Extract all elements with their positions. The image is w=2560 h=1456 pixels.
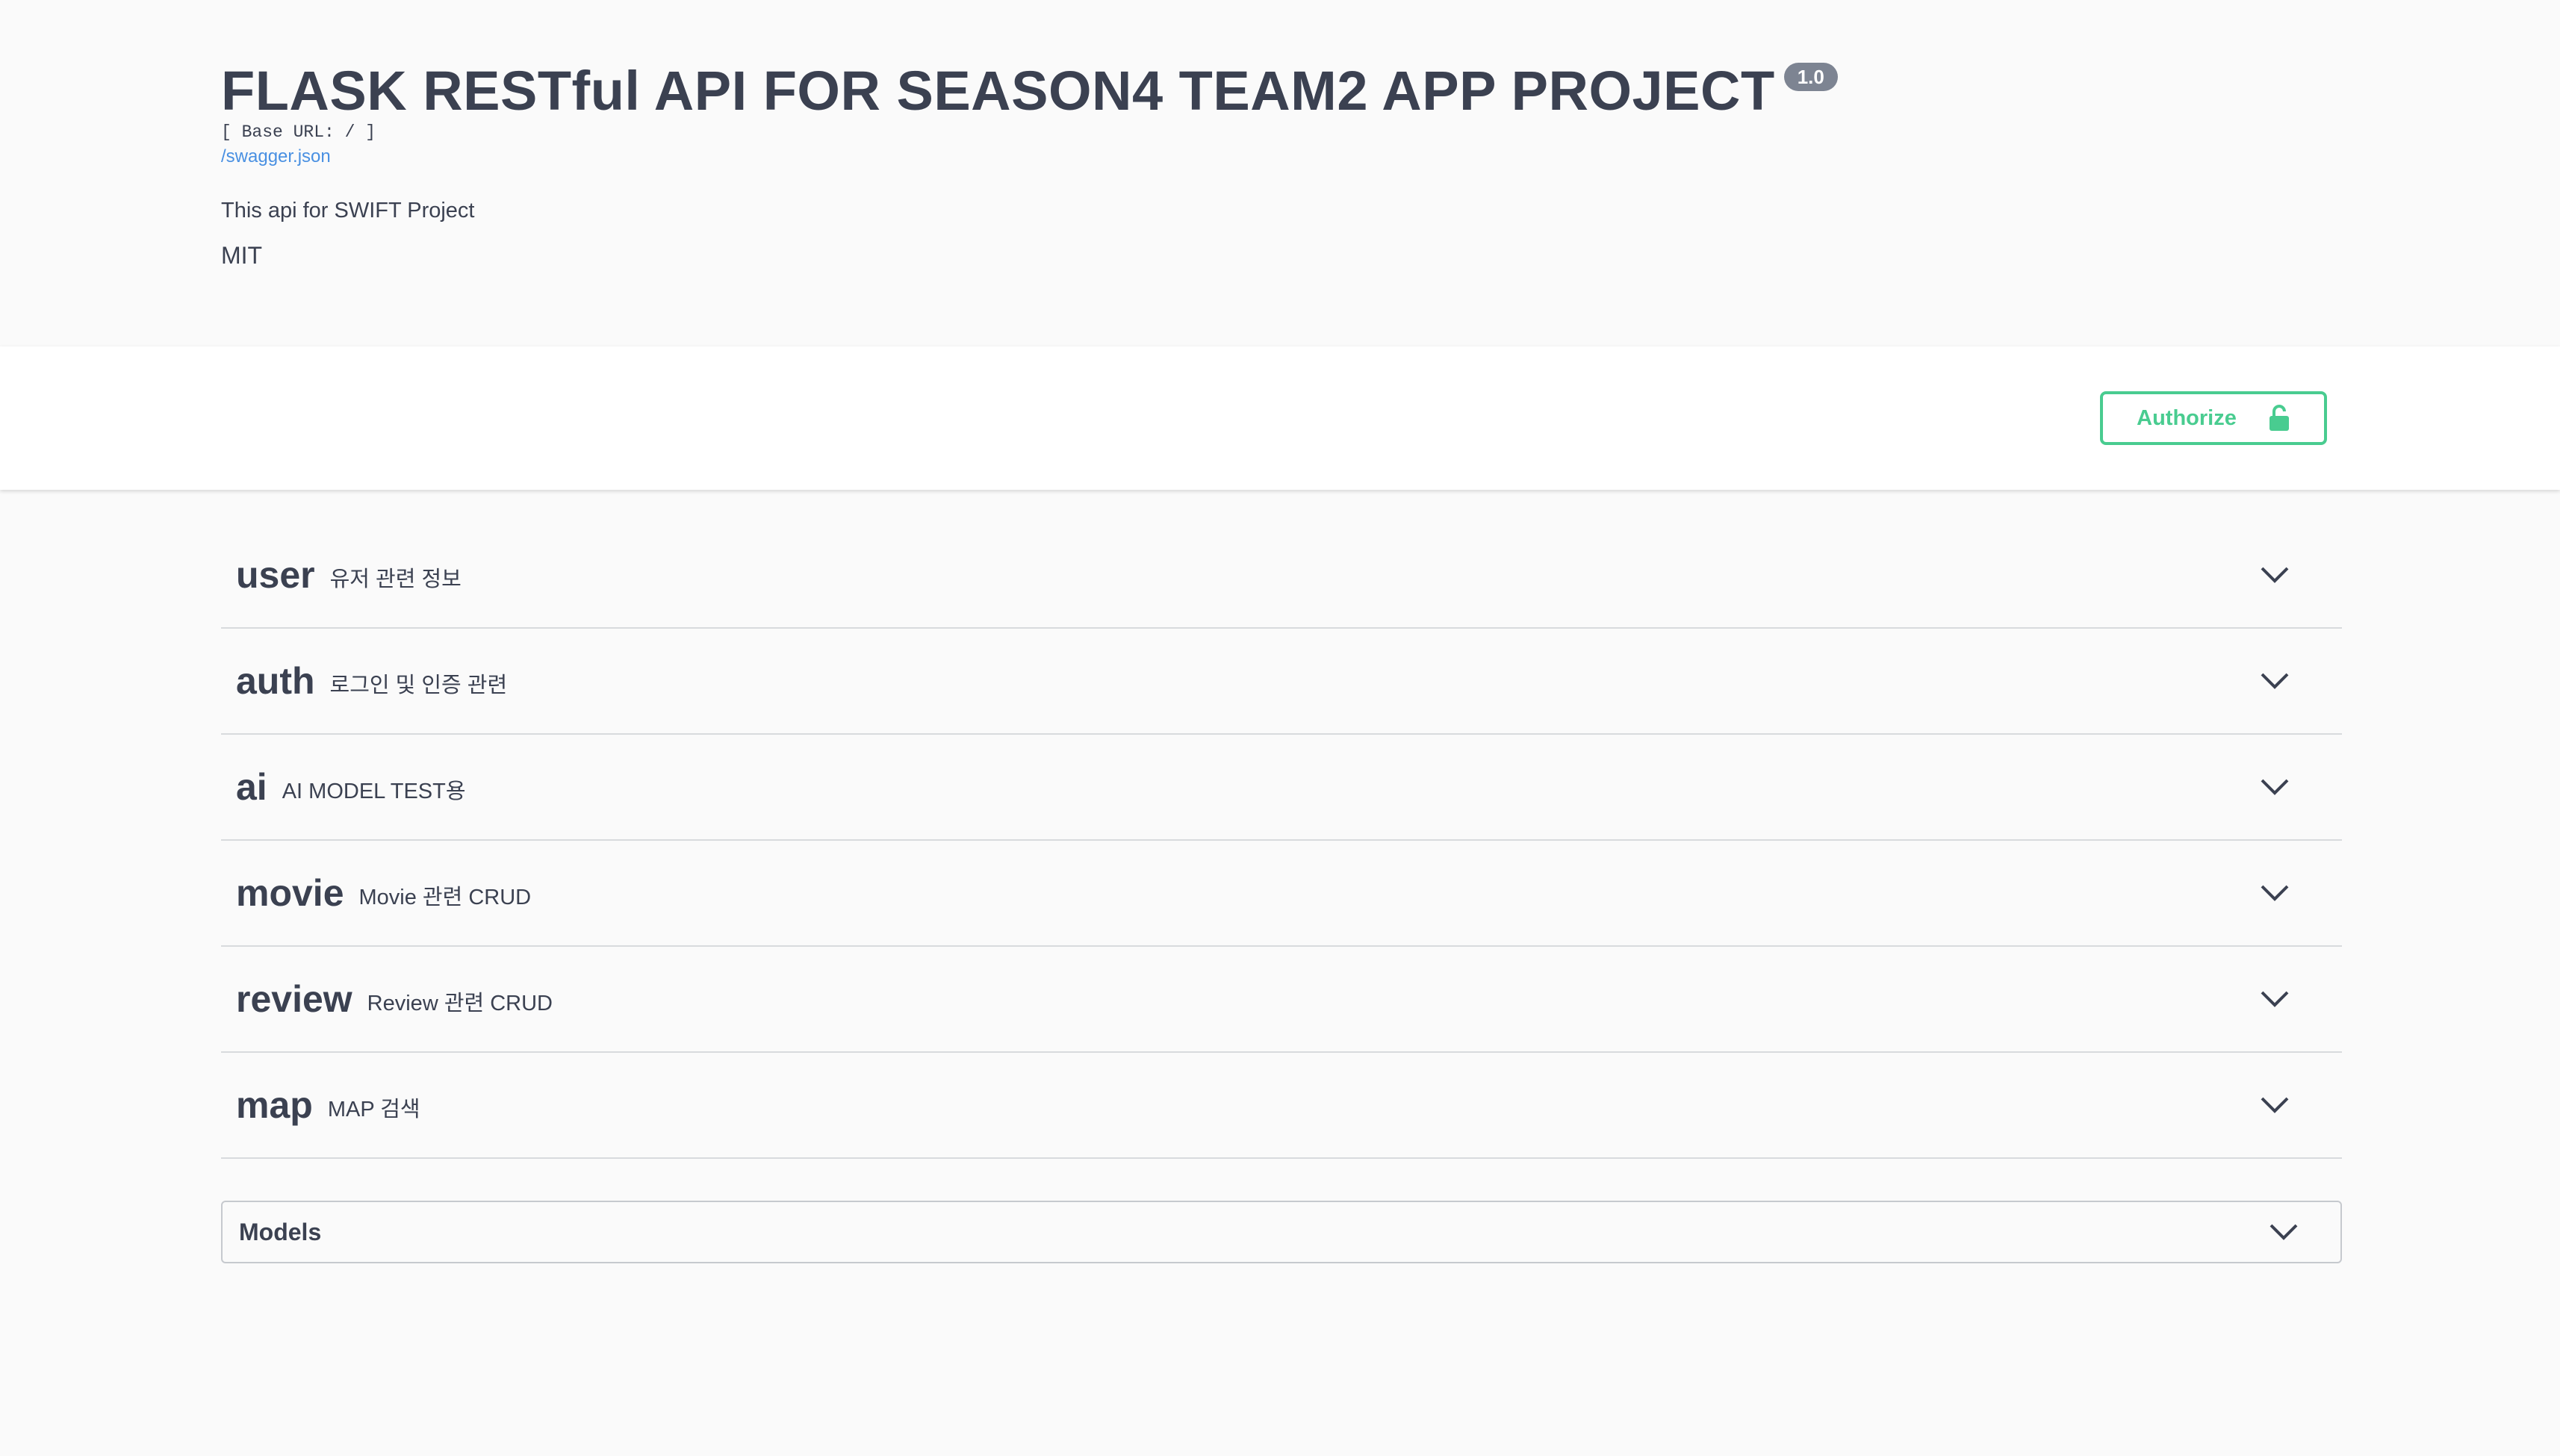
tag-section-movie[interactable]: movie Movie 관련 CRUD	[221, 841, 2342, 947]
api-title: FLASK RESTful API FOR SEASON4 TEAM2 APP …	[221, 60, 1775, 122]
chevron-down-icon[interactable]	[2260, 883, 2290, 903]
api-info-section: FLASK RESTful API FOR SEASON4 TEAM2 APP …	[0, 0, 2560, 346]
tag-section-user[interactable]: user 유저 관련 정보	[221, 523, 2342, 629]
tag-section-ai[interactable]: ai AI MODEL TEST용	[221, 735, 2342, 841]
models-title: Models	[239, 1218, 322, 1245]
chevron-down-icon[interactable]	[2269, 1222, 2299, 1242]
chevron-down-icon[interactable]	[2260, 777, 2290, 797]
models-section[interactable]: Models	[221, 1201, 2342, 1263]
authorize-button[interactable]: Authorize	[2100, 391, 2327, 445]
authorize-label: Authorize	[2137, 405, 2237, 430]
tag-description: Review 관련 CRUD	[367, 992, 553, 1015]
unlock-icon	[2269, 405, 2289, 431]
api-description: This api for SWIFT Project	[221, 199, 475, 223]
base-url: [ Base URL: / ]	[221, 122, 376, 142]
tag-description: Movie 관련 CRUD	[358, 886, 532, 909]
tag-section-auth[interactable]: auth 로그인 및 인증 관련	[221, 629, 2342, 735]
chevron-down-icon[interactable]	[2260, 989, 2290, 1009]
tag-name[interactable]: user	[236, 553, 315, 597]
tag-name[interactable]: map	[236, 1083, 313, 1127]
tag-description: AI MODEL TEST용	[282, 780, 466, 803]
chevron-down-icon[interactable]	[2260, 671, 2290, 691]
scheme-bar: Authorize	[0, 346, 2560, 490]
tag-section-review[interactable]: review Review 관련 CRUD	[221, 947, 2342, 1053]
tag-list: user 유저 관련 정보 auth 로그인 및 인증 관련 ai AI MODEL TE…	[221, 523, 2342, 1159]
swagger-json-link[interactable]: /swagger.json	[221, 146, 331, 167]
title-row: FLASK RESTful API FOR SEASON4 TEAM2 APP …	[221, 57, 1838, 125]
tag-name[interactable]: movie	[236, 871, 344, 915]
tag-description: 유저 관련 정보	[329, 567, 462, 591]
tag-description: MAP 검색	[327, 1098, 420, 1121]
tag-name[interactable]: ai	[236, 765, 267, 809]
tag-section-map[interactable]: map MAP 검색	[221, 1053, 2342, 1159]
tag-description: 로그인 및 인증 관련	[329, 673, 508, 697]
tag-name[interactable]: review	[236, 977, 352, 1021]
chevron-down-icon[interactable]	[2260, 564, 2290, 585]
version-badge: 1.0	[1783, 63, 1838, 91]
tag-name[interactable]: auth	[236, 659, 315, 703]
license-text: MIT	[221, 242, 263, 269]
chevron-down-icon[interactable]	[2260, 1095, 2290, 1116]
